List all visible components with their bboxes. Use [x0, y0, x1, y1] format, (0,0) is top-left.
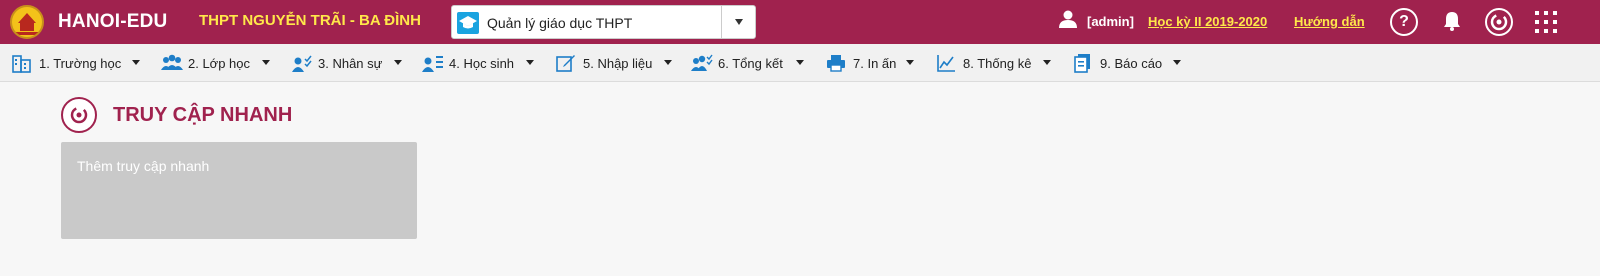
user-name[interactable]: [admin] — [1087, 14, 1134, 29]
app-title[interactable]: HANOI-EDU — [58, 11, 167, 33]
caret-down-icon — [132, 60, 140, 65]
caret-down-icon — [796, 60, 804, 65]
menu-label: 7. In ấn — [853, 56, 897, 71]
menu-item-nhan-su[interactable]: 3. Nhân sự — [291, 44, 403, 82]
graduation-cap-icon — [457, 12, 479, 34]
module-select-toggle[interactable] — [721, 6, 755, 38]
menu-label: 8. Thống kê — [963, 56, 1032, 71]
apps-grid-icon[interactable] — [1535, 11, 1557, 33]
caret-down-icon — [394, 60, 402, 65]
menu-item-hoc-sinh[interactable]: 4. Học sinh — [422, 44, 537, 82]
menu-item-nhap-lieu[interactable]: 5. Nhập liệu — [556, 44, 672, 82]
menu-label: 1. Trường học — [39, 56, 122, 71]
caret-down-icon — [262, 60, 270, 65]
swirl-icon — [1490, 13, 1508, 31]
print-icon — [827, 55, 845, 72]
module-select[interactable]: Quản lý giáo dục THPT — [451, 5, 756, 39]
brand-menu-button[interactable] — [1485, 8, 1513, 36]
add-quick-access-tile[interactable]: Thêm truy cập nhanh — [61, 142, 417, 239]
caret-down-icon — [735, 19, 743, 25]
main-menu-bar: 1. Trường học 2. Lớp học 3. Nhân sự 4. H… — [0, 44, 1600, 82]
menu-label: 9. Báo cáo — [1100, 56, 1163, 71]
summary-icon — [691, 54, 713, 71]
question-mark-icon: ? — [1399, 13, 1409, 30]
caret-down-icon — [1043, 60, 1051, 65]
student-list-icon — [422, 56, 443, 72]
menu-item-truong-hoc[interactable]: 1. Trường học — [12, 44, 142, 82]
menu-item-thong-ke[interactable]: 8. Thống kê — [936, 44, 1053, 82]
help-button[interactable]: ? — [1390, 8, 1418, 36]
semester-link[interactable]: Học kỳ II 2019-2020 — [1148, 14, 1267, 29]
module-select-value: Quản lý giáo dục THPT — [487, 15, 633, 31]
add-quick-access-label: Thêm truy cập nhanh — [77, 158, 210, 174]
menu-label: 6. Tổng kết — [718, 56, 783, 71]
menu-item-lop-hoc[interactable]: 2. Lớp học — [161, 44, 271, 82]
menu-label: 3. Nhân sự — [318, 56, 383, 71]
menu-label: 4. Học sinh — [449, 56, 515, 71]
caret-down-icon — [1173, 60, 1181, 65]
caret-down-icon — [664, 60, 672, 65]
menu-item-in-an[interactable]: 7. In ấn — [826, 44, 918, 82]
menu-item-tong-ket[interactable]: 6. Tổng kết — [691, 44, 805, 82]
quick-access-icon — [61, 97, 97, 133]
top-header: HANOI-EDU THPT NGUYỄN TRÃI - BA ĐÌNH Quả… — [0, 0, 1600, 44]
school-name: THPT NGUYỄN TRÃI - BA ĐÌNH — [199, 12, 421, 29]
help-guide-link[interactable]: Hướng dẫn — [1294, 14, 1365, 29]
user-icon — [1059, 10, 1077, 28]
staff-icon — [292, 55, 312, 72]
edit-icon — [556, 55, 575, 72]
menu-item-bao-cao[interactable]: 9. Báo cáo — [1073, 44, 1183, 82]
chart-icon — [937, 55, 955, 72]
menu-label: 5. Nhập liệu — [583, 56, 653, 71]
hanoi-emblem-logo[interactable] — [10, 5, 44, 39]
caret-down-icon — [906, 60, 914, 65]
menu-label: 2. Lớp học — [188, 56, 251, 71]
school-building-icon — [12, 55, 31, 73]
caret-down-icon — [526, 60, 534, 65]
report-icon — [1074, 54, 1090, 73]
quick-access-title: TRUY CẬP NHANH — [113, 104, 293, 126]
bell-icon[interactable] — [1441, 10, 1463, 32]
class-group-icon — [161, 54, 183, 70]
